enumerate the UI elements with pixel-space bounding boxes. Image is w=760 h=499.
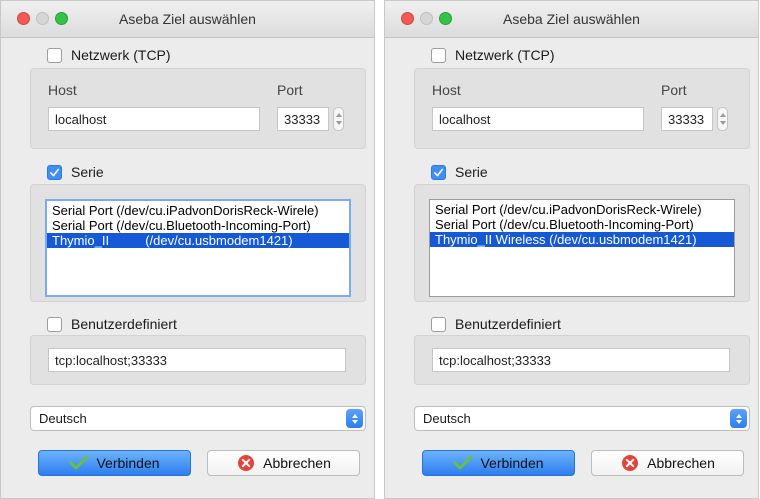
cancel-button[interactable]: Abbrechen bbox=[207, 450, 360, 476]
serial-option[interactable]: Serie bbox=[47, 163, 104, 181]
network-tcp-checkbox[interactable] bbox=[431, 47, 446, 63]
connect-button-label: Verbinden bbox=[480, 455, 544, 471]
serial-port-item[interactable]: Serial Port (/dev/cu.Bluetooth-Incoming-… bbox=[47, 218, 349, 233]
language-select[interactable]: Deutsch bbox=[30, 406, 366, 431]
language-select-value: Deutsch bbox=[39, 411, 87, 426]
cancel-icon bbox=[236, 454, 256, 472]
host-input[interactable]: localhost bbox=[48, 107, 260, 131]
host-input[interactable]: localhost bbox=[432, 107, 644, 131]
port-stepper[interactable] bbox=[333, 107, 344, 131]
host-label: Host bbox=[432, 82, 461, 98]
custom-checkbox[interactable] bbox=[431, 316, 446, 332]
title-bar: Aseba Ziel auswählen bbox=[1, 1, 374, 38]
dialog-left: Aseba Ziel auswählen Netzwerk (TCP) Host… bbox=[0, 0, 375, 499]
serial-port-item-selected[interactable]: Thymio_II (/dev/cu.usbmodem1421) bbox=[47, 233, 349, 248]
cancel-button[interactable]: Abbrechen bbox=[591, 450, 744, 476]
language-select-value: Deutsch bbox=[423, 411, 471, 426]
connect-button[interactable]: Verbinden bbox=[422, 450, 575, 476]
host-label: Host bbox=[48, 82, 77, 98]
title-bar: Aseba Ziel auswählen bbox=[385, 1, 758, 38]
custom-group: tcp:localhost;33333 bbox=[414, 335, 750, 385]
dialog-right: Aseba Ziel auswählen Netzwerk (TCP) Host… bbox=[384, 0, 759, 499]
cancel-icon bbox=[620, 454, 640, 472]
serial-port-item[interactable]: Serial Port (/dev/cu.Bluetooth-Incoming-… bbox=[430, 217, 734, 232]
cancel-button-label: Abbrechen bbox=[263, 455, 331, 471]
checkmark-icon bbox=[434, 168, 443, 176]
chevron-updown-icon[interactable] bbox=[730, 409, 747, 428]
network-tcp-label: Netzwerk (TCP) bbox=[455, 47, 555, 63]
port-stepper[interactable] bbox=[717, 107, 728, 131]
custom-target-input[interactable]: tcp:localhost;33333 bbox=[48, 348, 346, 372]
port-label: Port bbox=[661, 82, 687, 98]
cancel-button-label: Abbrechen bbox=[647, 455, 715, 471]
network-group: Host Port localhost 33333 bbox=[414, 68, 750, 149]
serial-group: Serial Port (/dev/cu.iPadvonDorisReck-Wi… bbox=[30, 184, 366, 302]
serial-port-list[interactable]: Serial Port (/dev/cu.iPadvonDorisReck-Wi… bbox=[45, 199, 351, 297]
network-tcp-label: Netzwerk (TCP) bbox=[71, 47, 171, 63]
custom-target-input[interactable]: tcp:localhost;33333 bbox=[432, 348, 730, 372]
window-title: Aseba Ziel auswählen bbox=[503, 11, 640, 27]
port-input[interactable]: 33333 bbox=[277, 107, 329, 131]
serial-group: Serial Port (/dev/cu.iPadvonDorisReck-Wi… bbox=[414, 184, 750, 302]
custom-label: Benutzerdefiniert bbox=[71, 316, 177, 332]
language-select[interactable]: Deutsch bbox=[414, 406, 750, 431]
serial-checkbox[interactable] bbox=[431, 164, 446, 180]
custom-option[interactable]: Benutzerdefiniert bbox=[431, 315, 561, 333]
serial-port-item[interactable]: Serial Port (/dev/cu.iPadvonDorisReck-Wi… bbox=[430, 202, 734, 217]
serial-port-item[interactable]: Serial Port (/dev/cu.iPadvonDorisReck-Wi… bbox=[47, 203, 349, 218]
network-tcp-checkbox[interactable] bbox=[47, 47, 62, 63]
connect-button[interactable]: Verbinden bbox=[38, 450, 191, 476]
checkmark-icon bbox=[50, 168, 59, 176]
network-group: Host Port localhost 33333 bbox=[30, 68, 366, 149]
port-input[interactable]: 33333 bbox=[661, 107, 713, 131]
chevron-updown-icon[interactable] bbox=[346, 409, 363, 428]
serial-port-item-selected[interactable]: Thymio_II Wireless (/dev/cu.usbmodem1421… bbox=[430, 232, 734, 247]
serial-label: Serie bbox=[455, 164, 488, 180]
serial-option[interactable]: Serie bbox=[431, 163, 488, 181]
checkmark-icon bbox=[453, 454, 473, 472]
custom-label: Benutzerdefiniert bbox=[455, 316, 561, 332]
network-tcp-option[interactable]: Netzwerk (TCP) bbox=[47, 46, 171, 64]
custom-checkbox[interactable] bbox=[47, 316, 62, 332]
serial-label: Serie bbox=[71, 164, 104, 180]
checkmark-icon bbox=[69, 454, 89, 472]
network-tcp-option[interactable]: Netzwerk (TCP) bbox=[431, 46, 555, 64]
custom-group: tcp:localhost;33333 bbox=[30, 335, 366, 385]
custom-option[interactable]: Benutzerdefiniert bbox=[47, 315, 177, 333]
port-label: Port bbox=[277, 82, 303, 98]
serial-port-list[interactable]: Serial Port (/dev/cu.iPadvonDorisReck-Wi… bbox=[429, 199, 735, 297]
serial-checkbox[interactable] bbox=[47, 164, 62, 180]
connect-button-label: Verbinden bbox=[96, 455, 160, 471]
window-title: Aseba Ziel auswählen bbox=[119, 11, 256, 27]
